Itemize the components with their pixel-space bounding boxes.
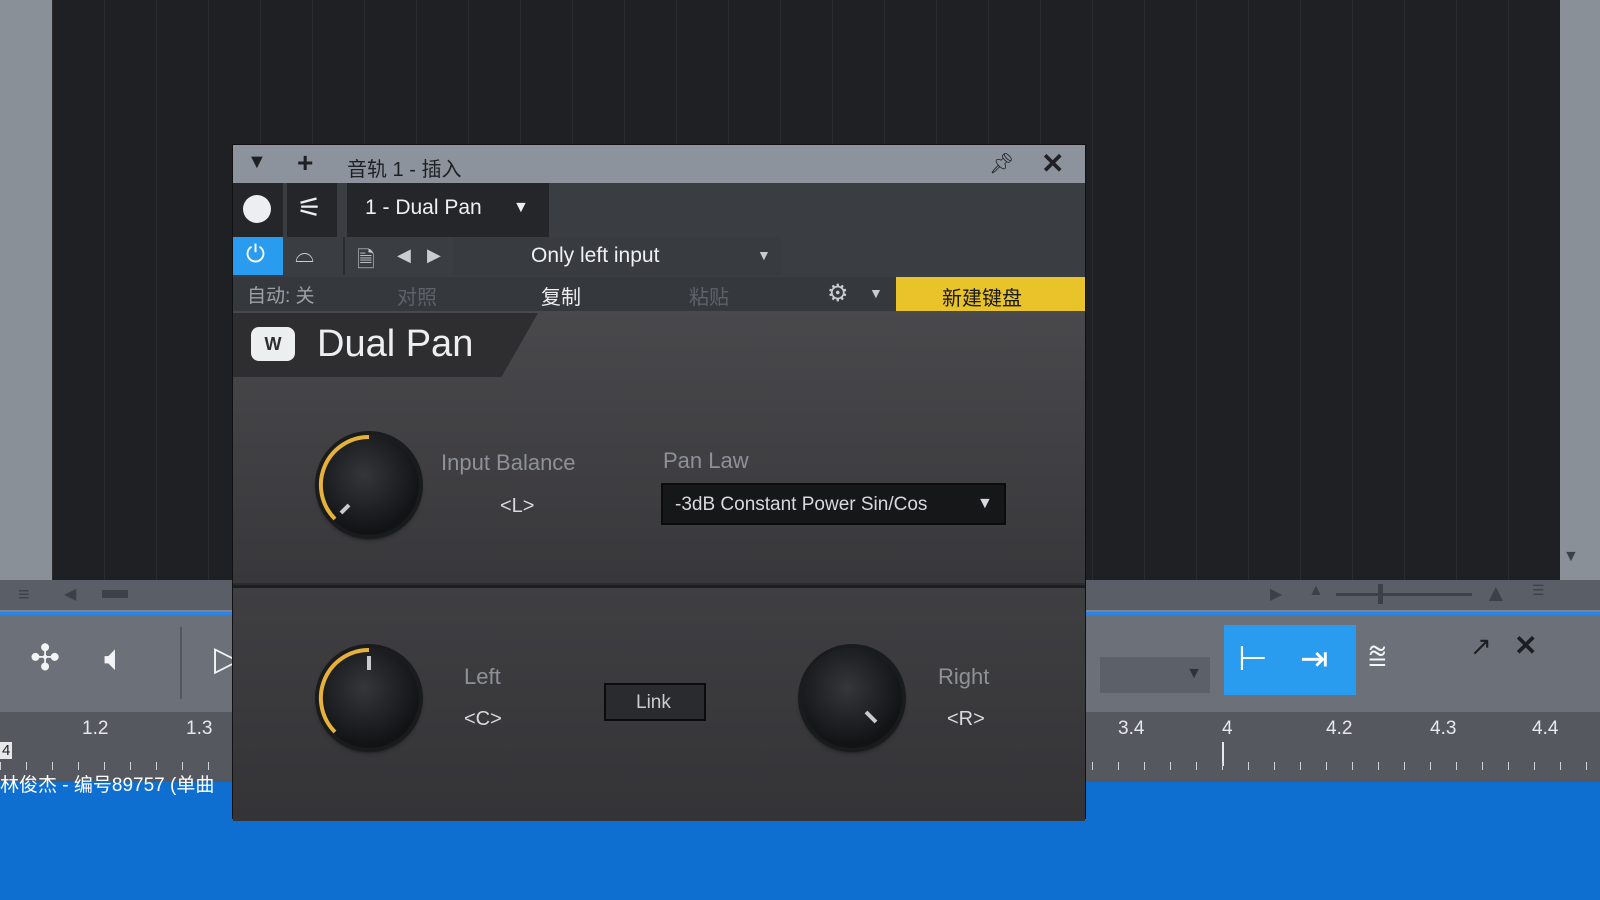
- chevron-down-icon: ▼: [1186, 665, 1202, 682]
- close-editor-icon[interactable]: ✕: [1514, 629, 1537, 662]
- zoom-slider-handle[interactable]: [1378, 584, 1383, 604]
- automation-label[interactable]: 自动: 关: [247, 281, 315, 308]
- arrange-left-strip: [0, 0, 52, 580]
- right-label: Right: [938, 664, 990, 689]
- right-value: <R>: [947, 708, 985, 730]
- pin-icon[interactable]: 📌︎: [989, 151, 1014, 176]
- plugin-header-row1: ⚟ 1 - Dual Pan ▼: [233, 183, 1085, 237]
- input-balance-knob[interactable]: [318, 434, 419, 535]
- panel-menu-icon[interactable]: ☰: [1532, 582, 1545, 599]
- ruler-tick: 4: [1222, 718, 1233, 739]
- detach-icon[interactable]: ↗: [1470, 631, 1492, 662]
- plugin-name: Dual Pan: [317, 323, 474, 365]
- scroll-right-icon[interactable]: ▶: [1270, 584, 1282, 604]
- chevron-down-icon: ▼: [757, 247, 771, 263]
- ruler-tick: 3.4: [1118, 718, 1145, 739]
- zoom-out-icon[interactable]: ▲: [1308, 582, 1324, 600]
- plugin-brand-banner: W Dual Pan: [233, 313, 538, 377]
- channel-icon-button[interactable]: [233, 183, 283, 237]
- plugin-selector-label: 1 - Dual Pan: [365, 196, 482, 219]
- knob-arc-icon: [318, 647, 371, 734]
- gear-icon[interactable]: ⚙: [827, 279, 849, 308]
- speaker-icon[interactable]: 🔈︎: [104, 637, 126, 680]
- scroll-down-icon[interactable]: ▼: [1563, 548, 1579, 566]
- scroll-left-icon[interactable]: ◀: [64, 584, 76, 604]
- chevron-down-icon: ▼: [977, 495, 993, 512]
- ruler-tick: 1.2: [82, 718, 109, 739]
- compare-button[interactable]: 对照: [397, 281, 437, 310]
- preset-dropdown[interactable]: Only left input ▼: [453, 237, 781, 275]
- chevron-down-icon[interactable]: ▼: [869, 285, 883, 301]
- pan-law-label: Pan Law: [663, 448, 749, 473]
- plugin-window: ▼ + 音轨 1 - 插入 📌︎ ✕ ⚟ 1 - Dual Pan ▼ ⏻ ⌓ …: [233, 145, 1085, 821]
- routing-icon: ⚟: [297, 192, 323, 223]
- ruler-tick: 4.2: [1326, 718, 1353, 739]
- prev-preset-icon[interactable]: ◀: [397, 245, 411, 266]
- link-label: Link: [636, 692, 671, 713]
- clip-name: 林俊杰 - 编号89757 (单曲: [0, 775, 215, 796]
- power-button[interactable]: ⏻: [233, 237, 283, 275]
- vertical-scrollbar[interactable]: ▼: [1560, 0, 1600, 610]
- snap-right-icon[interactable]: ⇥: [1300, 639, 1329, 679]
- input-balance-value: <L>: [500, 495, 535, 517]
- split-tool-icon[interactable]: ✣: [30, 637, 60, 679]
- presonus-logo-icon: W: [251, 327, 295, 361]
- knob-icon: [243, 195, 271, 223]
- preset-name: Only left input: [531, 244, 660, 267]
- routing-button[interactable]: ⚟: [287, 183, 337, 237]
- menu-lines-icon[interactable]: ≡: [18, 584, 30, 607]
- new-keyboard-label: 新建键盘: [942, 288, 1022, 310]
- quantize-icon[interactable]: ⩰: [1368, 637, 1387, 675]
- pan-law-value: -3dB Constant Power Sin/Cos: [675, 494, 928, 515]
- ruler-tick: 1.3: [186, 718, 213, 739]
- pan-law-dropdown[interactable]: -3dB Constant Power Sin/Cos ▼: [661, 483, 1006, 525]
- knob-pointer-icon: [864, 710, 878, 724]
- left-label: Left: [464, 664, 501, 689]
- window-title: 音轨 1 - 插入: [347, 159, 462, 181]
- add-icon[interactable]: +: [297, 147, 313, 179]
- preset-browser-icon[interactable]: 🗎︎: [357, 243, 375, 281]
- right-pan-knob[interactable]: [802, 648, 902, 748]
- ruler-tick: 4.3: [1430, 718, 1457, 739]
- link-button[interactable]: Link: [604, 683, 706, 721]
- left-pan-knob[interactable]: [318, 647, 419, 748]
- next-preset-icon[interactable]: ▶: [427, 245, 441, 266]
- plugin-selector[interactable]: 1 - Dual Pan ▼: [347, 183, 549, 237]
- bar-marker: 4: [0, 742, 13, 759]
- plugin-header-row3: 自动: 关 对照 复制 粘贴 ⚙ ▼ 新建键盘: [233, 277, 1085, 311]
- editor-dropdown[interactable]: ▼: [1100, 657, 1210, 693]
- close-icon[interactable]: ✕: [1041, 147, 1064, 180]
- plugin-header-row2: ⏻ ⌓ 🗎︎ ◀ ▶ Only left input ▼: [233, 237, 1085, 277]
- knob-arc-icon: [318, 434, 370, 521]
- zoom-slider[interactable]: [1336, 593, 1472, 596]
- snap-tools-group: ⊢ ⇥: [1224, 625, 1356, 695]
- power-icon: ⏻: [246, 241, 265, 268]
- ruler-tick: 4.4: [1532, 718, 1559, 739]
- chevron-down-icon: ▼: [513, 199, 529, 216]
- bypass-icon[interactable]: ⌓: [295, 241, 314, 269]
- horizontal-scroll-thumb[interactable]: [102, 590, 128, 598]
- copy-button[interactable]: 复制: [541, 281, 581, 310]
- new-keyboard-button[interactable]: 新建键盘: [896, 277, 1085, 311]
- collapse-icon[interactable]: ▼: [247, 151, 267, 174]
- paste-button[interactable]: 粘贴: [689, 281, 729, 310]
- divider: [343, 237, 345, 275]
- toolbar-divider: [180, 627, 182, 699]
- snap-left-icon[interactable]: ⊢: [1238, 639, 1268, 679]
- left-value: <C>: [464, 708, 502, 730]
- zoom-in-icon[interactable]: ▲: [1484, 580, 1508, 608]
- input-balance-label: Input Balance: [441, 450, 576, 475]
- window-titlebar[interactable]: ▼ + 音轨 1 - 插入 📌︎ ✕: [233, 145, 1085, 183]
